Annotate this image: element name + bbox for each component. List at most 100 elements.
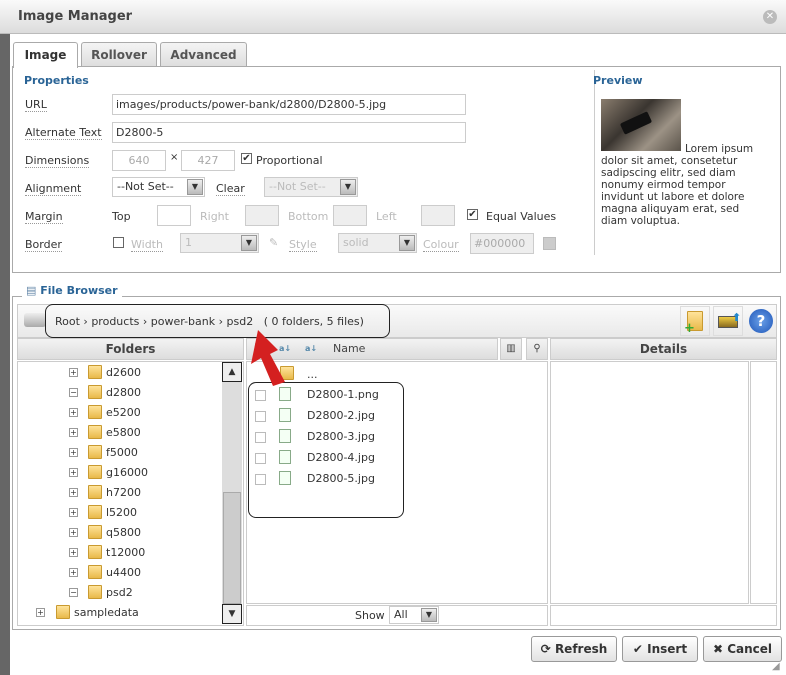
folder-icon — [88, 565, 102, 579]
folder-name: psd2 — [106, 586, 133, 599]
expand-icon[interactable]: + — [69, 468, 78, 477]
tab-advanced[interactable]: Advanced — [160, 42, 247, 67]
expand-icon[interactable]: + — [69, 508, 78, 517]
new-folder-button[interactable]: + — [680, 306, 710, 336]
folder-icon — [88, 485, 102, 499]
equal-values-label: Equal Values — [486, 210, 557, 223]
height-input[interactable]: 427 — [181, 150, 235, 171]
upload-button[interactable]: ⬆ — [713, 306, 743, 336]
chevron-down-icon: ▼ — [241, 235, 257, 251]
expand-icon[interactable]: + — [69, 568, 78, 577]
expand-icon[interactable]: + — [69, 528, 78, 537]
width-input[interactable]: 640 — [112, 150, 166, 171]
border-checkbox[interactable] — [113, 237, 124, 248]
annotation-callout — [45, 304, 390, 338]
alignment-value: --Not Set-- — [117, 180, 174, 193]
name-column-label: Name — [333, 342, 366, 355]
chevron-down-icon: ▼ — [421, 608, 437, 622]
border-width-label: Width — [131, 238, 163, 252]
help-icon[interactable]: ? — [749, 309, 773, 333]
margin-label: Margin — [25, 210, 63, 224]
expand-icon[interactable]: + — [69, 548, 78, 557]
file-browser-legend: ▤ File Browser — [22, 284, 122, 297]
show-value: All — [394, 608, 408, 621]
refresh-icon: ⟳ — [540, 642, 555, 656]
view-details-icon[interactable]: ▥ — [500, 338, 522, 360]
border-style-value: solid — [343, 236, 369, 249]
sort-name-icon[interactable]: a↓ — [305, 339, 317, 359]
expand-icon[interactable]: + — [36, 608, 45, 617]
resize-grip-icon[interactable]: ◢ — [772, 661, 780, 672]
folder-icon — [88, 425, 102, 439]
equal-values-checkbox[interactable]: ✔ — [467, 209, 478, 220]
details-footer — [550, 605, 777, 626]
insert-label: Insert — [647, 642, 688, 656]
folder-name: sampledata — [74, 606, 139, 619]
margin-left-label: Left — [376, 210, 397, 223]
url-input[interactable]: images/products/power-bank/d2800/D2800-5… — [112, 94, 466, 115]
border-width-select[interactable]: 1 ▼ — [180, 233, 259, 253]
expand-icon[interactable]: − — [69, 388, 78, 397]
search-binoculars-icon[interactable]: ⚲ — [526, 338, 548, 360]
expand-icon[interactable]: + — [69, 408, 78, 417]
times-sign: × — [170, 152, 179, 163]
alignment-label: Alignment — [25, 182, 82, 196]
colour-picker-swatch[interactable] — [543, 237, 556, 250]
margin-bottom-input[interactable] — [333, 205, 367, 226]
margin-top-label: Top — [112, 210, 131, 223]
refresh-button[interactable]: ⟳ Refresh — [531, 636, 617, 662]
scroll-down-icon[interactable]: ▼ — [222, 604, 242, 624]
divider — [594, 70, 595, 255]
details-pane — [550, 361, 749, 604]
folder-name: t12000 — [106, 546, 146, 559]
insert-button[interactable]: ✔ Insert — [622, 636, 698, 662]
preview-heading: Preview — [593, 74, 643, 87]
expand-icon[interactable]: − — [69, 588, 78, 597]
alt-text-input[interactable]: D2800-5 — [112, 122, 466, 143]
x-icon: ✖ — [712, 642, 728, 656]
proportional-label: Proportional — [256, 154, 323, 167]
folders-header: Folders — [17, 338, 244, 360]
show-label: Show — [355, 609, 385, 622]
folder-icon — [88, 405, 102, 419]
scrollbar-thumb[interactable] — [223, 492, 241, 604]
alignment-select[interactable]: --Not Set-- ▼ — [112, 177, 205, 197]
folder-icon — [88, 465, 102, 479]
chevron-down-icon: ▼ — [399, 235, 415, 251]
folder-name: e5200 — [106, 406, 141, 419]
background-page-edge — [0, 34, 10, 675]
expand-icon[interactable]: + — [69, 448, 78, 457]
folder-name: h7200 — [106, 486, 141, 499]
folder-name: d2600 — [106, 366, 141, 379]
expand-icon[interactable]: + — [69, 428, 78, 437]
expand-icon[interactable]: + — [69, 488, 78, 497]
clear-select[interactable]: --Not Set-- ▼ — [264, 177, 358, 197]
tab-image[interactable]: Image — [13, 42, 78, 68]
cancel-button[interactable]: ✖ Cancel — [703, 636, 782, 662]
tab-rollover[interactable]: Rollover — [81, 42, 157, 67]
show-select[interactable]: All ▼ — [389, 606, 439, 624]
check-icon: ✔ — [632, 642, 648, 656]
margin-top-input[interactable] — [157, 205, 191, 226]
refresh-label: Refresh — [554, 642, 608, 656]
url-label: URL — [25, 98, 47, 112]
margin-left-input[interactable] — [421, 205, 455, 226]
border-style-select[interactable]: solid ▼ — [338, 233, 417, 253]
folder-scrollbar[interactable]: ▲ ▼ — [222, 362, 242, 624]
close-icon[interactable]: ✕ — [763, 10, 777, 24]
expand-icon[interactable]: + — [69, 368, 78, 377]
border-colour-input[interactable]: #000000 — [470, 233, 534, 254]
proportional-checkbox[interactable]: ✔ — [241, 153, 252, 164]
border-label: Border — [25, 238, 62, 252]
folder-name: f5000 — [106, 446, 138, 459]
details-header: Details — [550, 338, 777, 360]
folder-icon — [88, 445, 102, 459]
folder-icon — [88, 525, 102, 539]
clear-label: Clear — [216, 182, 245, 196]
margin-right-input[interactable] — [245, 205, 279, 226]
parent-folder-label: ... — [307, 368, 318, 381]
border-style-label: Style — [289, 238, 317, 252]
red-arrow-annotation — [251, 330, 285, 386]
file-browser-icon: ▤ — [26, 284, 41, 297]
folder-icon — [88, 365, 102, 379]
